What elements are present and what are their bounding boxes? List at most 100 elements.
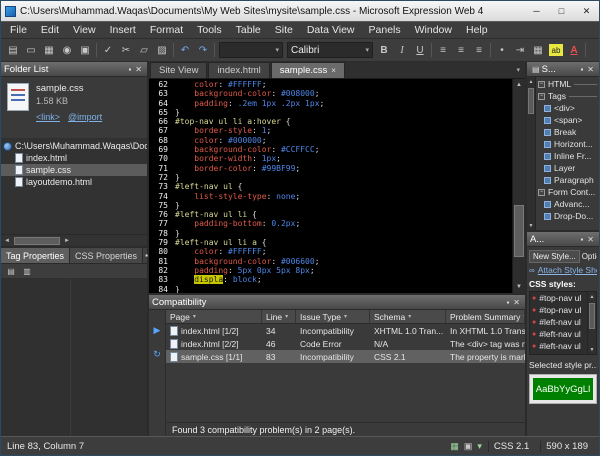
scrollbar-track[interactable] — [588, 301, 596, 345]
file-index-html[interactable]: index.html — [1, 152, 147, 164]
menu-format[interactable]: Format — [143, 23, 190, 37]
code-line[interactable]: 81 background-color: #006600; — [149, 257, 512, 266]
link-tag-link[interactable]: <link> — [36, 112, 60, 122]
align-left-icon[interactable]: ≡ — [434, 42, 452, 59]
code-line[interactable]: 63 background-color: #008000; — [149, 89, 512, 98]
refresh-icon[interactable]: ↻ — [153, 349, 161, 360]
maximize-button[interactable]: □ — [549, 1, 574, 21]
page-size-indicator[interactable]: 590 x 189 — [540, 441, 593, 452]
menu-tools[interactable]: Tools — [190, 23, 229, 37]
redo-icon[interactable]: ↷ — [194, 42, 212, 59]
column-header-line[interactable]: Line▾ — [262, 310, 296, 323]
code-line[interactable]: 82 padding: 5px 0px 5px 8px; — [149, 266, 512, 275]
css-style-item-3[interactable]: ●#left-nav ul — [530, 328, 587, 340]
attach-style-sheet-link[interactable]: ∞ Attach Style Sheet — [529, 265, 597, 275]
column-header-page[interactable]: Page▾ — [166, 310, 262, 323]
save-icon[interactable]: ▦ — [40, 42, 58, 59]
scroll-up-icon[interactable]: ▲ — [516, 79, 522, 91]
code-line[interactable]: 77 padding-bottom: 0.2px; — [149, 219, 512, 228]
column-header-issue-type[interactable]: Issue Type▾ — [296, 310, 370, 323]
scroll-up-icon[interactable]: ▲ — [529, 77, 534, 86]
align-center-icon[interactable]: ≡ — [452, 42, 470, 59]
run-check-icon[interactable]: ▶ — [154, 325, 161, 336]
compat-row-sample-css-1-1[interactable]: sample.css [1/1]83IncompatibilityCSS 2.1… — [166, 350, 525, 363]
toolbox-item-paragraph[interactable]: Paragraph — [536, 174, 599, 186]
scroll-down-icon[interactable]: ▼ — [529, 221, 534, 230]
scrollbar-track[interactable] — [527, 86, 535, 221]
tab-site-view[interactable]: Site View — [150, 62, 207, 78]
toolbox-group-tags[interactable]: −Tags — [536, 90, 599, 102]
toolbox-group-html[interactable]: −HTML — [536, 78, 599, 90]
bold-icon[interactable]: B — [375, 42, 393, 59]
download-status-icon[interactable]: ▾ — [477, 441, 482, 452]
open-file-icon[interactable]: ▭ — [22, 42, 40, 59]
import-link[interactable]: @import — [68, 112, 102, 122]
toolbox-item-div[interactable]: <div> — [536, 102, 599, 114]
toolbox-item-span[interactable]: <span> — [536, 114, 599, 126]
code-line[interactable]: 67 border-style: 1; — [149, 126, 512, 135]
code-area[interactable]: 62 color: #FFFFFF;63 background-color: #… — [149, 79, 512, 293]
minimize-button[interactable]: ─ — [524, 1, 549, 21]
collapse-icon[interactable]: − — [538, 81, 545, 88]
pin-icon[interactable]: ▪ — [578, 65, 585, 74]
close-panel-icon[interactable]: ✕ — [511, 298, 522, 307]
compat-row-index-html-2-2[interactable]: index.html [2/2]46Code ErrorN/AThe <div>… — [166, 337, 525, 350]
code-line[interactable]: 75} — [149, 201, 512, 210]
file-sample-css[interactable]: sample.css — [1, 164, 147, 176]
bullet-list-icon[interactable]: • — [493, 42, 511, 59]
menu-panels[interactable]: Panels — [362, 23, 408, 37]
code-line[interactable]: 73#left-nav ul { — [149, 182, 512, 191]
code-line[interactable]: 78} — [149, 229, 512, 238]
font-color-icon[interactable]: A — [565, 42, 583, 59]
toolbox-group-form-cont[interactable]: −Form Cont... — [536, 186, 599, 198]
menu-site[interactable]: Site — [268, 23, 300, 37]
close-tab-icon[interactable]: × — [331, 66, 336, 75]
options-button[interactable]: Options ▾ — [582, 252, 597, 261]
align-right-icon[interactable]: ≡ — [470, 42, 488, 59]
css-style-item-1[interactable]: ●#top-nav ul — [530, 304, 587, 316]
scrollbar-thumb[interactable] — [514, 205, 524, 257]
sort-category-icon[interactable]: ▥ — [20, 265, 34, 277]
scroll-up-icon[interactable]: ▲ — [590, 292, 595, 301]
menu-view[interactable]: View — [66, 23, 103, 37]
toolbox-item-advanc[interactable]: Advanc... — [536, 198, 599, 210]
compat-row-index-html-1-2[interactable]: index.html [1/2]34IncompatibilityXHTML 1… — [166, 324, 525, 337]
toolbox-item-inline-fr[interactable]: Inline Fr... — [536, 150, 599, 162]
code-line[interactable]: 62 color: #FFFFFF; — [149, 80, 512, 89]
close-panel-icon[interactable]: ✕ — [133, 65, 144, 74]
css-style-item-2[interactable]: ●#left-nav ul — [530, 316, 587, 328]
borders-icon[interactable]: ▦ — [529, 42, 547, 59]
scroll-right-icon[interactable]: ► — [61, 238, 73, 244]
tab-list-chevron-icon[interactable]: ▾ — [511, 66, 525, 74]
tab-css-properties[interactable]: CSS Properties — [70, 248, 143, 263]
code-line[interactable]: 68 color: #000000; — [149, 136, 512, 145]
menu-window[interactable]: Window — [408, 23, 459, 37]
scroll-left-icon[interactable]: ◄ — [1, 238, 13, 244]
editor-scrollbar[interactable]: ▲ ▼ — [512, 79, 525, 293]
styles-scrollbar[interactable]: ▲ ▼ — [587, 292, 596, 354]
code-line[interactable]: 74 list-style-type: none; — [149, 192, 512, 201]
code-line[interactable]: 79#left-nav ul li a { — [149, 238, 512, 247]
scroll-down-icon[interactable]: ▼ — [590, 345, 595, 354]
indent-icon[interactable]: ⇥ — [511, 42, 529, 59]
print-icon[interactable]: ▣ — [76, 42, 94, 59]
visual-aids-icon[interactable]: ▦ — [450, 441, 459, 452]
style-application-icon[interactable]: ▣ — [464, 441, 473, 452]
pin-icon[interactable]: ▪ — [578, 235, 585, 244]
menu-table[interactable]: Table — [229, 23, 268, 37]
code-line[interactable]: 71 border-color: #99BF99; — [149, 164, 512, 173]
preview-browser-icon[interactable]: ◉ — [58, 42, 76, 59]
menu-data-view[interactable]: Data View — [300, 23, 362, 37]
italic-icon[interactable]: I — [393, 42, 411, 59]
code-line[interactable]: 70 border-width: 1px; — [149, 154, 512, 163]
code-line[interactable]: 72} — [149, 173, 512, 182]
sort-alpha-icon[interactable]: ▤ — [4, 265, 18, 277]
code-line[interactable]: 83 displa: block; — [149, 275, 512, 284]
code-line[interactable]: 65} — [149, 108, 512, 117]
column-header-problem-summary[interactable]: Problem Summary▾ — [446, 310, 525, 323]
column-header-schema[interactable]: Schema▾ — [370, 310, 446, 323]
pin-icon[interactable]: ▪ — [504, 298, 511, 307]
scrollbar-thumb[interactable] — [589, 303, 595, 329]
style-combo[interactable]: ▾ — [219, 42, 283, 58]
close-panel-icon[interactable]: ✕ — [585, 235, 596, 244]
